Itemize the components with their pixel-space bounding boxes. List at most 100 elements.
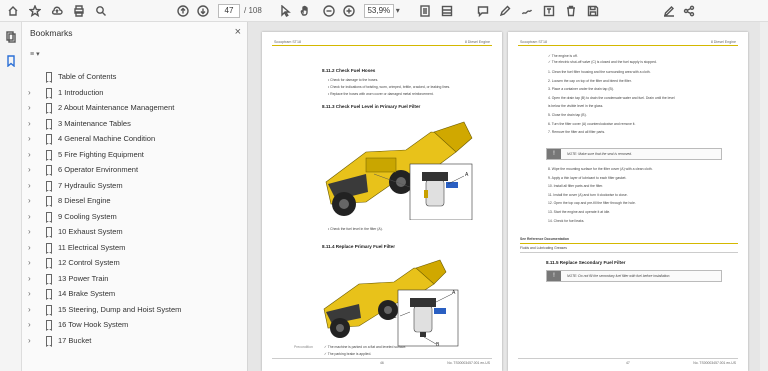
- bookmark-label: Table of Contents: [58, 72, 117, 82]
- page-number: 47: [626, 361, 630, 365]
- bookmark-icon: [46, 149, 52, 161]
- check-item: ✓ The electric shut-off valve (C) is clo…: [548, 60, 657, 64]
- document-viewer[interactable]: Scooptram ST18 8 Diesel Engine 8.11.2 Ch…: [248, 22, 768, 371]
- sign-pen-icon[interactable]: [662, 4, 676, 18]
- reference-link[interactable]: Fluids and Lubricating Greases: [520, 246, 567, 250]
- chevron-right-icon[interactable]: ›: [28, 258, 38, 267]
- bookmark-item[interactable]: › 3 Maintenance Tables: [22, 116, 248, 132]
- bullet-text: • Check for indications of twisting, wor…: [328, 85, 451, 89]
- note-box: ! NOTE: Make sure that the seal is remov…: [546, 148, 722, 160]
- section-heading: 8.11.5 Replace Secondary Fuel Filter: [546, 260, 626, 265]
- close-panel-icon[interactable]: ×: [235, 26, 241, 38]
- save-icon[interactable]: [586, 4, 600, 18]
- bookmark-star-icon[interactable]: [28, 4, 42, 18]
- page-thumbnails-icon[interactable]: [4, 30, 18, 44]
- bookmark-item[interactable]: › 7 Hydraulic System: [22, 178, 248, 194]
- chevron-right-icon[interactable]: ›: [28, 336, 38, 345]
- bookmark-item[interactable]: › 1 Introduction: [22, 85, 248, 101]
- precondition-item: ✓ The parking brake is applied.: [324, 352, 372, 356]
- bookmark-item[interactable]: › 2 About Maintenance Management: [22, 100, 248, 116]
- bookmark-icon: [46, 304, 52, 316]
- page-header-left: Scooptram ST18: [274, 40, 301, 44]
- panel-title: Bookmarks: [30, 28, 73, 38]
- chevron-right-icon[interactable]: ›: [28, 227, 38, 236]
- info-icon: !: [547, 149, 561, 159]
- cloud-upload-icon[interactable]: [50, 4, 64, 18]
- bookmark-item[interactable]: › 13 Power Train: [22, 271, 248, 287]
- chevron-right-icon[interactable]: ›: [28, 103, 38, 112]
- fit-page-icon[interactable]: [418, 4, 432, 18]
- bookmark-label: 16 Tow Hook System: [58, 320, 129, 330]
- reference-divider: [520, 252, 738, 253]
- bookmark-label: 8 Diesel Engine: [58, 196, 111, 206]
- section-heading: 8.11.4 Replace Primary Fuel Filter: [322, 244, 396, 249]
- header-divider: [272, 45, 492, 46]
- draw-icon[interactable]: [520, 4, 534, 18]
- bookmark-item[interactable]: › 16 Tow Hook System: [22, 317, 248, 333]
- chevron-right-icon[interactable]: ›: [28, 320, 38, 329]
- chevron-right-icon[interactable]: ›: [28, 305, 38, 314]
- bookmark-options-button[interactable]: ≡ ▾: [30, 48, 50, 60]
- bookmark-item[interactable]: Table of Contents: [22, 69, 248, 85]
- chevron-right-icon[interactable]: ›: [28, 134, 38, 143]
- bookmark-item[interactable]: › 5 Fire Fighting Equipment: [22, 147, 248, 163]
- search-icon[interactable]: [94, 4, 108, 18]
- share-icon[interactable]: [682, 4, 696, 18]
- next-page-icon[interactable]: [196, 4, 210, 18]
- chevron-right-icon[interactable]: ›: [28, 274, 38, 283]
- select-cursor-icon[interactable]: [278, 4, 292, 18]
- chevron-right-icon[interactable]: ›: [28, 212, 38, 221]
- bookmark-item[interactable]: › 12 Control System: [22, 255, 248, 271]
- scroll-mode-icon[interactable]: [440, 4, 454, 18]
- bookmark-label: 14 Brake System: [58, 289, 116, 299]
- zoom-dropdown-chevron-icon[interactable]: ▾: [396, 6, 400, 15]
- chevron-right-icon[interactable]: ›: [28, 289, 38, 298]
- bookmark-label: 11 Electrical System: [58, 242, 126, 252]
- page-header-right: 8 Diesel Engine: [710, 40, 736, 44]
- page-number: 46: [380, 361, 384, 365]
- delete-icon[interactable]: [564, 4, 578, 18]
- comment-icon[interactable]: [476, 4, 490, 18]
- chevron-down-icon: ▾: [36, 51, 40, 58]
- bookmarks-panel-icon[interactable]: [4, 54, 18, 68]
- zoom-level-input[interactable]: 53,9%: [363, 3, 394, 18]
- bookmark-item[interactable]: › 8 Diesel Engine: [22, 193, 248, 209]
- zoom-in-icon[interactable]: [342, 4, 356, 18]
- hand-tool-icon[interactable]: [298, 4, 312, 18]
- vertical-scrollbar[interactable]: [760, 22, 768, 371]
- text-box-icon[interactable]: [542, 4, 556, 18]
- home-icon[interactable]: [6, 4, 20, 18]
- bookmark-icon: [46, 211, 52, 223]
- bookmark-icon: [46, 196, 52, 208]
- chevron-right-icon[interactable]: ›: [28, 88, 38, 97]
- bookmark-icon: [46, 118, 52, 130]
- list-options-icon: ≡: [30, 50, 35, 58]
- procedure-step: 14. Check for fuel leaks.: [548, 218, 585, 223]
- bookmark-item[interactable]: › 4 General Machine Condition: [22, 131, 248, 147]
- print-icon[interactable]: [72, 4, 86, 18]
- bookmark-label: 4 General Machine Condition: [58, 134, 156, 144]
- page-47: Scooptram ST18 8 Diesel Engine ✓ The eng…: [508, 32, 748, 371]
- header-divider: [518, 45, 738, 46]
- chevron-right-icon[interactable]: ›: [28, 243, 38, 252]
- check-item: ✓ The engine is off.: [548, 54, 578, 58]
- highlight-pen-icon[interactable]: [498, 4, 512, 18]
- caption-text: • Check the fuel level in the filter (A)…: [328, 227, 383, 231]
- previous-page-icon[interactable]: [176, 4, 190, 18]
- chevron-right-icon[interactable]: ›: [28, 150, 38, 159]
- bookmark-item[interactable]: › 15 Steering, Dump and Hoist System: [22, 302, 248, 318]
- chevron-right-icon[interactable]: ›: [28, 165, 38, 174]
- bookmark-item[interactable]: › 14 Brake System: [22, 286, 248, 302]
- bookmark-item[interactable]: › 17 Bucket: [22, 333, 248, 349]
- note-box: ! NOTE: Do not fill the secondary fuel f…: [546, 270, 722, 282]
- bookmark-item[interactable]: › 10 Exhaust System: [22, 224, 248, 240]
- zoom-out-icon[interactable]: [322, 4, 336, 18]
- chevron-right-icon[interactable]: ›: [28, 119, 38, 128]
- page-number-input[interactable]: 47: [218, 3, 240, 18]
- bookmark-item[interactable]: › 11 Electrical System: [22, 240, 248, 256]
- bookmark-item[interactable]: › 6 Operator Environment: [22, 162, 248, 178]
- bookmark-item[interactable]: › 9 Cooling System: [22, 209, 248, 225]
- chevron-right-icon[interactable]: ›: [28, 181, 38, 190]
- chevron-right-icon[interactable]: ›: [28, 196, 38, 205]
- bookmark-icon: [46, 289, 52, 301]
